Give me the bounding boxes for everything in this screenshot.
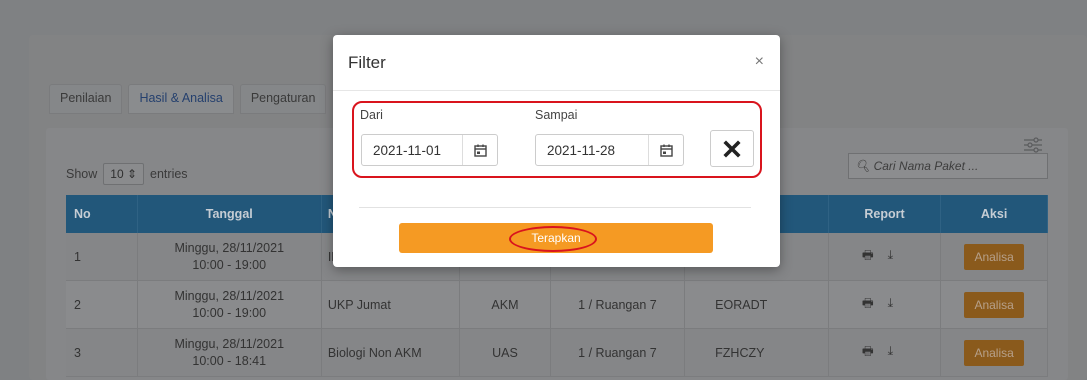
col-no: No [66, 195, 138, 233]
cell-no: 3 [66, 328, 138, 377]
entries-label: entries [150, 167, 188, 181]
cell-aksi: Analisa [940, 233, 1048, 281]
cell-date: Minggu, 28/11/2021 [174, 336, 285, 351]
download-icon[interactable]: ⤓ [888, 296, 908, 310]
entries-select[interactable]: 10 ⇕ [103, 163, 145, 185]
modal-divider [333, 90, 780, 91]
cell-aksi: Analisa [940, 280, 1048, 329]
analisa-button[interactable]: Analisa [964, 243, 1024, 270]
cell-tanggal: Minggu, 28/11/2021 10:00 - 18:41 [137, 328, 322, 377]
date-range-highlight [352, 101, 762, 178]
col-tanggal: Tanggal [137, 195, 322, 233]
tab-pengaturan[interactable]: Pengaturan [239, 84, 327, 114]
tab-bar: Penilaian Hasil & Analisa Pengaturan [49, 84, 327, 114]
print-icon[interactable]: 🖶 [862, 248, 888, 262]
cell-tanggal: Minggu, 28/11/2021 10:00 - 19:00 [137, 233, 322, 281]
cell-nama: Biologi Non AKM [321, 328, 461, 377]
modal-title: Filter [348, 53, 386, 72]
analisa-button[interactable]: Analisa [964, 339, 1024, 366]
print-icon[interactable]: 🖶 [862, 296, 888, 310]
apply-highlight [509, 226, 597, 252]
cell-token: FZHCZY [684, 328, 829, 377]
cell-ruangan: 1 / Ruangan 7 [550, 280, 686, 329]
cell-no: 2 [66, 280, 138, 329]
cell-report: 🖶⤓ [828, 280, 942, 329]
cell-time: 10:00 - 19:00 [192, 257, 267, 272]
cell-jenis: UAS [459, 328, 551, 377]
cell-token: EORADT [684, 280, 829, 329]
show-label: Show [66, 167, 98, 181]
cell-report: 🖶⤓ [828, 328, 942, 377]
download-icon[interactable]: ⤓ [888, 248, 908, 262]
table-row: 3 Minggu, 28/11/2021 10:00 - 18:41 Biolog… [66, 328, 1048, 377]
print-icon[interactable]: 🖶 [862, 344, 888, 358]
col-aksi: Aksi [940, 195, 1048, 233]
table-row: 2 Minggu, 28/11/2021 10:00 - 19:00 UKP Ju… [66, 280, 1048, 329]
cell-jenis: AKM [459, 280, 551, 329]
cell-time: 10:00 - 18:41 [192, 353, 267, 368]
close-icon[interactable]: × [755, 53, 764, 71]
search-placeholder: Cari Nama Paket ... [873, 159, 979, 173]
cell-date: Minggu, 28/11/2021 [174, 288, 285, 303]
cell-aksi: Analisa [940, 328, 1048, 377]
download-icon[interactable]: ⤓ [888, 344, 908, 358]
cell-no: 1 [66, 233, 138, 281]
tab-penilaian[interactable]: Penilaian [49, 84, 123, 114]
tab-hasil-analisa[interactable]: Hasil & Analisa [128, 84, 234, 114]
search-input[interactable]: 🔍︎ Cari Nama Paket ... [848, 153, 1048, 179]
modal-footer-divider [359, 207, 751, 208]
cell-ruangan: 1 / Ruangan 7 [550, 328, 686, 377]
cell-report: 🖶⤓ [828, 233, 942, 281]
filter-sliders-icon[interactable] [1023, 136, 1043, 154]
analisa-button[interactable]: Analisa [964, 291, 1024, 318]
entries-control: Show 10 ⇕ entries [66, 163, 188, 185]
cell-time: 10:00 - 19:00 [192, 305, 267, 320]
cell-date: Minggu, 28/11/2021 [174, 240, 285, 255]
entries-value: 10 [110, 167, 124, 181]
cell-tanggal: Minggu, 28/11/2021 10:00 - 19:00 [137, 280, 322, 329]
cell-nama: UKP Jumat [321, 280, 461, 329]
col-report: Report [828, 195, 942, 233]
search-icon: 🔍︎ [855, 159, 871, 173]
